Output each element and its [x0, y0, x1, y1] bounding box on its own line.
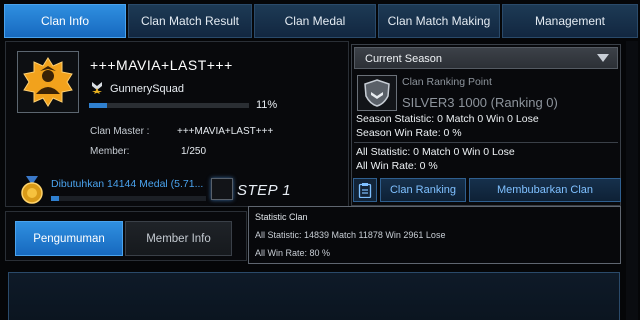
medal-step-label: STEP 1: [237, 182, 292, 199]
ranking-title: Clan Ranking Point: [402, 76, 492, 88]
tab-clan-match-making[interactable]: Clan Match Making: [378, 4, 500, 38]
announcement-content-area[interactable]: [8, 272, 620, 320]
statistic-tooltip: Statistic Clan All Statistic: 14839 Matc…: [248, 206, 621, 264]
silver-rank-shield-icon: [357, 75, 397, 111]
divider: [354, 142, 618, 143]
tab-management[interactable]: Management: [502, 4, 638, 38]
squad-rank-icon: [90, 80, 104, 94]
tooltip-statistic: All Statistic: 14839 Match 11878 Win 296…: [255, 230, 446, 240]
all-win-rate: All Win Rate: 0 %: [356, 160, 438, 172]
tab-announcement[interactable]: Pengumuman: [15, 221, 123, 256]
member-label: Member:: [90, 146, 130, 157]
clan-exp-progress-bar: [89, 103, 249, 108]
disband-clan-button[interactable]: Membubarkan Clan: [469, 178, 621, 202]
tab-clan-medal[interactable]: Clan Medal: [254, 4, 376, 38]
medal-step-slot[interactable]: [211, 178, 233, 200]
clan-exp-progress-fill: [89, 103, 107, 108]
member-value: 1/250: [181, 146, 207, 157]
clan-info-panel: +++MAVIA+LAST+++ GunnerySquad 11% Clan M…: [5, 41, 349, 207]
season-win-rate: Season Win Rate: 0 %: [356, 127, 462, 139]
medal-requirement-text: Dibutuhkan 14144 Medal (5.71...: [51, 178, 204, 190]
season-statistic: Season Statistic: 0 Match 0 Win 0 Lose: [356, 113, 539, 125]
clan-emblem-icon: [17, 51, 79, 113]
main-tab-bar: Clan Info Clan Match Result Clan Medal C…: [4, 4, 638, 38]
clan-exp-percent: 11%: [256, 99, 278, 111]
ranking-value: SILVER3 1000 (Ranking 0): [402, 95, 558, 110]
tooltip-title: Statistic Clan: [255, 212, 308, 222]
clipboard-icon: [358, 183, 372, 198]
tab-clan-info[interactable]: Clan Info: [4, 4, 126, 38]
clan-name: +++MAVIA+LAST+++: [90, 57, 233, 73]
clan-ranking-button[interactable]: Clan Ranking: [380, 178, 466, 202]
tab-clan-match-result[interactable]: Clan Match Result: [128, 4, 252, 38]
clipboard-icon-button[interactable]: [353, 178, 377, 202]
right-scroll-track: [626, 41, 638, 320]
medal-icon: [19, 176, 45, 204]
tooltip-win-rate: All Win Rate: 80 %: [255, 248, 331, 258]
all-statistic: All Statistic: 0 Match 0 Win 0 Lose: [356, 146, 515, 158]
tab-member-info[interactable]: Member Info: [125, 221, 232, 256]
medal-progress-fill: [51, 196, 59, 201]
chevron-down-icon: [597, 54, 609, 62]
season-dropdown-value: Current Season: [365, 53, 443, 65]
medal-progress-bar: [51, 196, 206, 201]
squad-name: GunnerySquad: [110, 83, 184, 95]
clan-master-label: Clan Master :: [90, 126, 150, 137]
season-dropdown[interactable]: Current Season: [354, 47, 618, 69]
clan-master-value: +++MAVIA+LAST+++: [177, 126, 274, 137]
